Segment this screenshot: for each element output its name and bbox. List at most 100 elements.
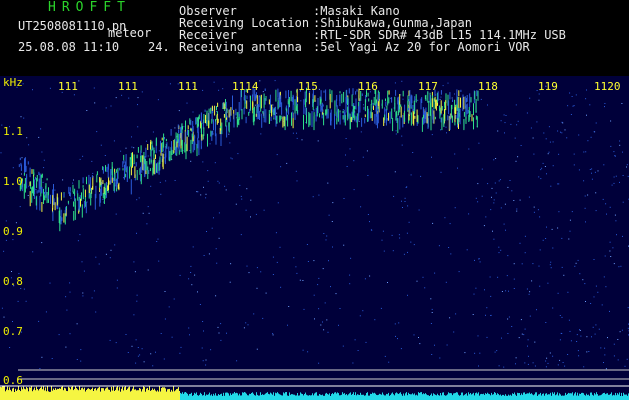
- level-bar: [454, 393, 455, 400]
- trace-streak: [194, 142, 196, 146]
- noise-dot: [113, 140, 115, 142]
- trace-streak: [402, 90, 404, 97]
- noise-dot: [431, 156, 432, 158]
- noise-dot: [362, 310, 364, 312]
- noise-dot: [516, 124, 518, 126]
- level-bar: [384, 395, 385, 400]
- capture-datetime: 25.08.08 11:10 24.: [18, 40, 170, 54]
- trace-streak: [175, 146, 177, 156]
- trace-streak: [297, 97, 299, 103]
- noise-dot: [345, 154, 346, 156]
- trace-streak: [39, 195, 41, 211]
- noise-dot: [561, 237, 563, 239]
- level-bar: [312, 393, 313, 400]
- level-bar: [129, 386, 130, 400]
- noise-dot: [493, 238, 495, 240]
- level-bar: [56, 389, 57, 400]
- noise-dot: [62, 179, 64, 181]
- level-bar: [521, 393, 522, 400]
- level-bar: [307, 395, 308, 400]
- level-bar: [333, 394, 334, 400]
- trace-streak: [233, 113, 235, 128]
- noise-dot: [449, 223, 451, 225]
- trace-streak: [443, 114, 445, 127]
- level-bar: [96, 390, 97, 400]
- noise-dot: [477, 201, 479, 203]
- noise-dot: [532, 362, 534, 364]
- noise-dot: [404, 201, 406, 202]
- noise-dot: [137, 104, 138, 106]
- trace-streak: [105, 165, 106, 172]
- level-bar: [79, 386, 80, 400]
- noise-dot: [76, 359, 78, 360]
- noise-dot: [498, 180, 500, 182]
- level-bar: [71, 386, 72, 400]
- level-bar: [121, 388, 122, 400]
- level-bar: [413, 394, 414, 400]
- trace-streak: [107, 163, 109, 178]
- trace-streak: [336, 105, 338, 114]
- noise-dot: [613, 343, 615, 345]
- level-bar: [291, 394, 292, 400]
- noise-dot: [360, 206, 362, 208]
- level-bar: [17, 389, 18, 400]
- noise-dot: [69, 291, 71, 293]
- trace-streak: [168, 146, 170, 160]
- noise-dot: [529, 315, 531, 317]
- level-bar: [397, 393, 398, 400]
- noise-dot: [549, 352, 551, 354]
- trace-streak: [40, 174, 42, 188]
- level-bar: [244, 392, 245, 400]
- trace-streak: [53, 184, 54, 191]
- noise-dot: [73, 179, 74, 181]
- noise-dot: [218, 332, 220, 334]
- trace-streak: [226, 125, 228, 138]
- trace-streak: [305, 98, 306, 108]
- trace-streak: [190, 139, 192, 154]
- level-bar: [275, 392, 276, 400]
- level-bar: [263, 394, 264, 400]
- level-bar: [338, 393, 339, 400]
- noise-dot: [567, 105, 569, 107]
- trace-streak: [197, 131, 199, 139]
- noise-dot: [174, 127, 176, 129]
- level-bar: [322, 394, 323, 400]
- level-bar: [383, 394, 384, 400]
- trace-streak: [130, 179, 132, 195]
- level-bar: [268, 393, 269, 400]
- noise-dot: [573, 105, 575, 107]
- noise-dot: [595, 210, 597, 212]
- noise-dot: [494, 351, 496, 353]
- noise-dot: [439, 98, 441, 100]
- noise-dot: [533, 211, 535, 213]
- level-bar: [494, 392, 495, 400]
- trace-streak: [74, 198, 76, 210]
- trace-streak: [118, 182, 120, 191]
- noise-dot: [350, 257, 352, 259]
- trace-streak: [377, 108, 379, 124]
- trace-streak: [27, 161, 29, 165]
- level-bar: [416, 394, 417, 400]
- level-bar: [599, 395, 600, 400]
- noise-dot: [619, 181, 620, 183]
- trace-streak: [420, 98, 422, 110]
- noise-dot: [538, 99, 540, 101]
- noise-dot: [280, 286, 282, 288]
- trace-streak: [258, 104, 260, 120]
- trace-streak: [23, 172, 25, 176]
- noise-dot: [190, 265, 192, 267]
- trace-streak: [88, 184, 90, 194]
- level-bar: [557, 392, 558, 400]
- noise-dot: [342, 109, 344, 110]
- level-bar: [429, 396, 430, 400]
- level-bar: [188, 395, 189, 400]
- level-bar: [108, 389, 109, 400]
- noise-dot: [367, 175, 369, 176]
- level-bar: [402, 395, 403, 400]
- trace-streak: [462, 98, 464, 112]
- trace-streak: [175, 132, 177, 139]
- level-bar: [357, 394, 358, 400]
- noise-dot: [235, 203, 237, 205]
- level-bar: [166, 391, 167, 400]
- trace-streak: [462, 94, 464, 100]
